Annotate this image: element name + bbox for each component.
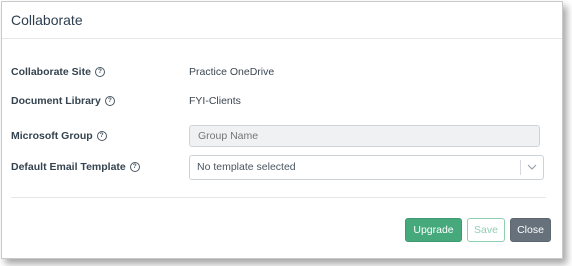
- microsoft-group-label-text: Microsoft Group: [11, 130, 93, 142]
- default-email-template-row: Default Email Template ? No template sel…: [11, 154, 546, 180]
- collaborate-site-label: Collaborate Site ?: [11, 66, 189, 78]
- dialog-title: Collaborate: [11, 12, 83, 28]
- close-button[interactable]: Close: [510, 218, 551, 242]
- collaborate-site-value: Practice OneDrive: [189, 66, 275, 78]
- help-icon[interactable]: ?: [104, 96, 115, 106]
- chevron-down-icon[interactable]: [521, 156, 543, 179]
- email-template-select[interactable]: No template selected: [189, 154, 544, 180]
- default-email-template-label-text: Default Email Template: [11, 161, 126, 173]
- group-name-input[interactable]: [189, 125, 540, 147]
- upgrade-button[interactable]: Upgrade: [405, 218, 462, 242]
- microsoft-group-row: Microsoft Group ?: [11, 124, 546, 148]
- collaborate-site-label-text: Collaborate Site: [11, 66, 91, 78]
- collaborate-site-row: Collaborate Site ? Practice OneDrive: [11, 62, 546, 82]
- dialog-header: Collaborate: [2, 2, 562, 39]
- default-email-template-label: Default Email Template ?: [11, 161, 189, 173]
- document-library-value: FYI-Clients: [189, 95, 241, 107]
- document-library-label: Document Library ?: [11, 95, 189, 107]
- footer-divider: [11, 197, 546, 198]
- help-icon[interactable]: ?: [96, 131, 107, 141]
- save-button[interactable]: Save: [467, 218, 505, 242]
- help-icon[interactable]: ?: [129, 162, 140, 172]
- document-library-label-text: Document Library: [11, 95, 101, 107]
- help-icon[interactable]: ?: [94, 67, 105, 77]
- email-template-selected-value: No template selected: [197, 161, 296, 173]
- document-library-row: Document Library ? FYI-Clients: [11, 91, 546, 111]
- collaborate-dialog: Collaborate Collaborate Site ? Practice …: [1, 1, 563, 259]
- microsoft-group-label: Microsoft Group ?: [11, 130, 189, 142]
